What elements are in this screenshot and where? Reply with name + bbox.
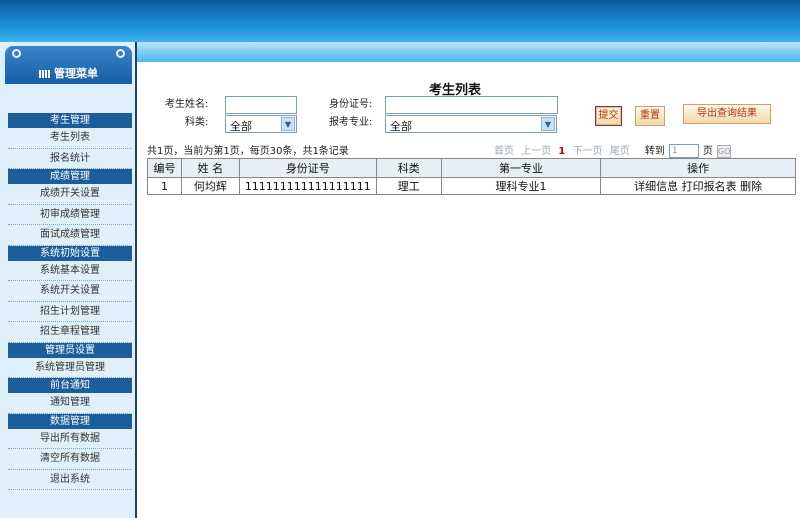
menu-item-enrollment-plan[interactable]: 招生计划管理 bbox=[8, 302, 132, 322]
chevron-down-icon[interactable]: ▼ bbox=[281, 117, 295, 131]
menu-section-students: 考生管理 bbox=[8, 113, 132, 128]
export-button[interactable]: 导出查询结果 bbox=[683, 104, 771, 124]
menu-item-basic-settings[interactable]: 系统基本设置 bbox=[8, 261, 132, 281]
submit-button[interactable]: 提交 bbox=[595, 106, 622, 126]
menu-item-interview-scores[interactable]: 面试成绩管理 bbox=[8, 225, 132, 246]
menu-section-notices: 前台通知 bbox=[8, 378, 132, 393]
ring-icon bbox=[116, 49, 125, 58]
records-summary: 共1页，当前为第1页，每页30条，共1条记录 bbox=[147, 146, 349, 157]
cell-id: 111111111111111111 bbox=[238, 177, 377, 195]
menu-section-data: 数据管理 bbox=[8, 413, 132, 429]
cell-no: 1 bbox=[147, 177, 182, 195]
sidebar: 管理菜单 考生管理 考生列表 报名统计 成绩管理 成绩开关设置 初审成绩管理 面… bbox=[0, 42, 137, 518]
cell-category: 理工 bbox=[375, 177, 442, 195]
menu-item-export-all[interactable]: 导出所有数据 bbox=[8, 429, 132, 449]
cell-name: 何均辉 bbox=[180, 177, 240, 195]
menu-item-enrollment-rules[interactable]: 招生章程管理 bbox=[8, 322, 132, 343]
ring-icon bbox=[12, 49, 21, 58]
table-header-row: 编号 姓 名 身份证号 科类 第一专业 操作 bbox=[147, 158, 796, 178]
cell-major: 理科专业1 bbox=[440, 177, 602, 195]
menu-section-scores: 成绩管理 bbox=[8, 169, 132, 184]
category-select[interactable]: 全部 ▼ bbox=[225, 115, 297, 133]
sidebar-title: 管理菜单 bbox=[54, 67, 98, 80]
pagination: 首页 上一页 1 下一页 尾页 转到 1 页 GO bbox=[494, 142, 735, 158]
id-number-input[interactable] bbox=[385, 96, 558, 114]
goto-label: 转到 bbox=[644, 146, 665, 157]
top-banner bbox=[0, 0, 800, 42]
page-unit-label: 页 bbox=[702, 146, 713, 157]
table-row: 1 何均辉 111111111111111111 理工 理科专业1 详细信息 打… bbox=[147, 177, 796, 195]
menu-item-student-list[interactable]: 考生列表 bbox=[8, 128, 132, 149]
col-header-major: 第一专业 bbox=[440, 158, 602, 178]
go-button[interactable]: GO bbox=[716, 144, 731, 158]
students-table: 编号 姓 名 身份证号 科类 第一专业 操作 1 何均辉 11111111111… bbox=[147, 158, 796, 195]
col-header-category: 科类 bbox=[375, 158, 442, 178]
cell-actions[interactable]: 详细信息 打印报名表 删除 bbox=[600, 177, 796, 195]
menu-item-initial-scores[interactable]: 初审成绩管理 bbox=[8, 205, 132, 225]
last-page-link[interactable]: 尾页 bbox=[610, 146, 630, 157]
major-select[interactable]: 全部 ▼ bbox=[385, 115, 557, 133]
menu-item-logout[interactable]: 退出系统 bbox=[8, 470, 132, 490]
col-header-no: 编号 bbox=[147, 158, 182, 178]
sidebar-menu: 考生管理 考生列表 报名统计 成绩管理 成绩开关设置 初审成绩管理 面试成绩管理… bbox=[8, 113, 132, 490]
menu-grid-icon bbox=[39, 70, 50, 78]
col-header-actions: 操作 bbox=[600, 158, 796, 178]
menu-section-system-init: 系统初始设置 bbox=[8, 245, 132, 261]
menu-item-notice-management[interactable]: 通知管理 bbox=[8, 393, 132, 414]
menu-item-admin-management[interactable]: 系统管理员管理 bbox=[8, 358, 132, 378]
chevron-down-icon[interactable]: ▼ bbox=[541, 117, 555, 131]
goto-page-input[interactable]: 1 bbox=[668, 144, 699, 158]
menu-item-registration-stats[interactable]: 报名统计 bbox=[8, 149, 132, 169]
main-content: 考生列表 考生姓名: 身份证号: 科类: 全部 ▼ 报考专业: 全部 ▼ 提交 … bbox=[139, 62, 800, 518]
menu-item-clear-all[interactable]: 清空所有数据 bbox=[8, 449, 132, 470]
major-selected: 全部 bbox=[390, 120, 412, 133]
id-label: 身份证号: bbox=[329, 99, 373, 110]
name-input[interactable] bbox=[225, 96, 297, 114]
major-label: 报考专业: bbox=[329, 117, 373, 128]
prev-page-link[interactable]: 上一页 bbox=[521, 146, 551, 157]
reset-button[interactable]: 重置 bbox=[635, 106, 665, 126]
category-label: 科类: bbox=[185, 117, 209, 128]
sidebar-header: 管理菜单 bbox=[5, 46, 132, 84]
next-page-link[interactable]: 下一页 bbox=[573, 146, 603, 157]
current-page: 1 bbox=[558, 146, 566, 157]
name-label: 考生姓名: bbox=[165, 99, 209, 110]
category-selected: 全部 bbox=[230, 120, 252, 133]
first-page-link[interactable]: 首页 bbox=[494, 146, 514, 157]
col-header-name: 姓 名 bbox=[180, 158, 240, 178]
menu-item-switch-settings[interactable]: 系统开关设置 bbox=[8, 281, 132, 302]
col-header-id: 身份证号 bbox=[238, 158, 377, 178]
menu-section-admin: 管理员设置 bbox=[8, 342, 132, 358]
menu-item-score-switch[interactable]: 成绩开关设置 bbox=[8, 184, 132, 205]
